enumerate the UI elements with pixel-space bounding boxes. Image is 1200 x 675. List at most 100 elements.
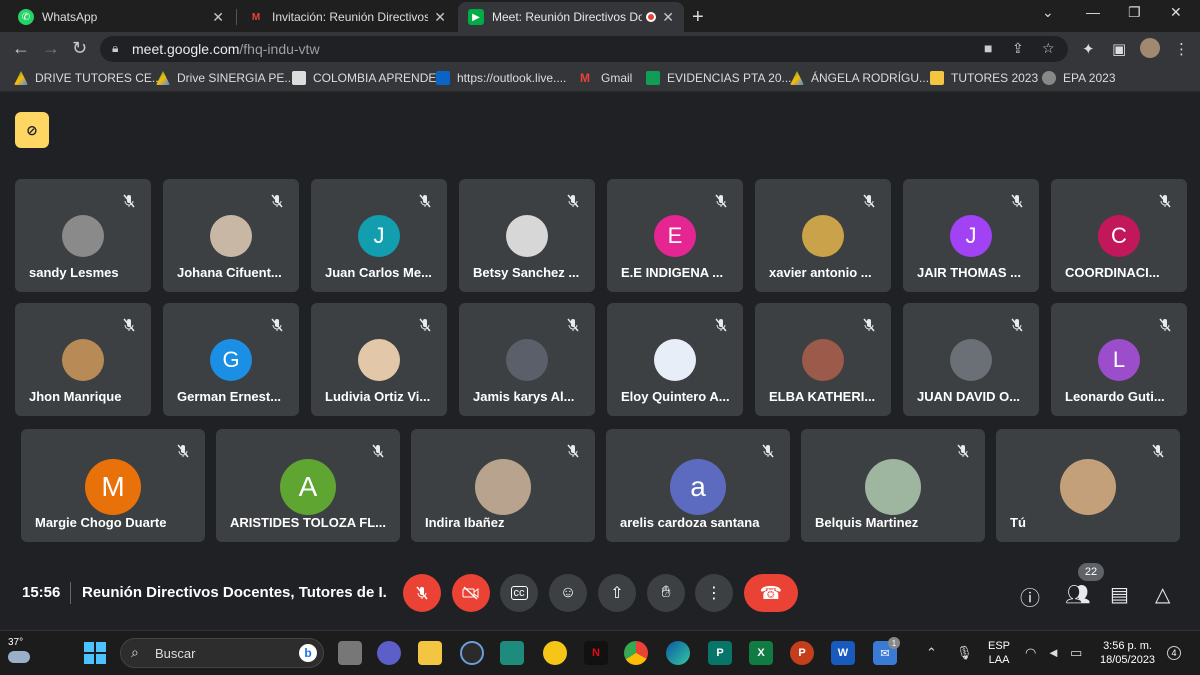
excel-icon[interactable]: X	[749, 641, 773, 665]
bookmark-colombia-aprende[interactable]: COLOMBIA APRENDE	[292, 71, 436, 85]
task-view-icon[interactable]	[338, 641, 362, 665]
whatsapp-icon: ✆	[18, 9, 34, 25]
activities-icon[interactable]: △	[1155, 582, 1170, 607]
reactions-button[interactable]: ☺	[549, 574, 587, 612]
meeting-info-icon[interactable]: ⓘ	[1020, 582, 1040, 611]
profile-avatar[interactable]	[1140, 38, 1160, 58]
present-screen-button[interactable]: ⇧	[598, 574, 636, 612]
participant-tile[interactable]: G German Ernest...	[163, 303, 299, 416]
gmail-icon: M	[251, 11, 261, 23]
windows-taskbar: 37° ⌕ Buscar b N P X P W ✉ 1 ⌃ 🎙︎ ESP LA…	[0, 630, 1200, 675]
camera-off-button[interactable]	[452, 574, 490, 612]
word-icon[interactable]: W	[831, 641, 855, 665]
close-icon[interactable]: ✕	[434, 9, 446, 26]
restore-icon[interactable]: ❐	[1128, 4, 1141, 21]
participant-tile[interactable]: M Margie Chogo Duarte	[21, 429, 205, 542]
participant-tile[interactable]: xavier antonio ...	[755, 179, 891, 292]
no-camera-icon[interactable]: ⊘	[15, 112, 49, 148]
raise-hand-button[interactable]: ✋︎	[647, 574, 685, 612]
share-icon[interactable]: ⇪	[1012, 40, 1024, 57]
input-language[interactable]: ESP LAA	[988, 639, 1010, 667]
feedback-hub-icon[interactable]	[500, 641, 524, 665]
tab-meet[interactable]: ▶ Meet: Reunión Directivos Do ✕	[458, 2, 684, 32]
battery-icon[interactable]: ▭	[1070, 645, 1082, 661]
close-icon[interactable]: ✕	[662, 9, 674, 26]
notification-badge[interactable]: 4	[1167, 646, 1181, 660]
close-icon[interactable]: ✕	[212, 9, 224, 26]
participant-tile[interactable]: A ARISTIDES TOLOZA FL...	[216, 429, 400, 542]
system-clock[interactable]: 3:56 p. m. 18/05/2023	[1100, 639, 1155, 667]
camera-icon[interactable]: ■	[984, 40, 992, 56]
forward-icon[interactable]: →	[42, 38, 60, 59]
minimize-icon[interactable]: —	[1086, 4, 1100, 20]
bookmark-drive-sinergia[interactable]: Drive SINERGIA PE...	[156, 71, 294, 85]
muted-mic-icon	[1157, 193, 1173, 209]
side-panel-icon[interactable]: ▣	[1112, 40, 1126, 58]
address-bar[interactable]: 🔒︎ meet.google.com/fhq-indu-vtw ■ ⇪ ☆	[100, 36, 1068, 62]
microphone-off-button[interactable]	[403, 574, 441, 612]
participant-tile[interactable]: a arelis cardoza santana	[606, 429, 790, 542]
file-explorer-icon[interactable]	[418, 641, 442, 665]
participant-tile[interactable]: Jhon Manrique	[15, 303, 151, 416]
more-options-button[interactable]: ⋮	[695, 574, 733, 612]
reload-icon[interactable]: ↻	[72, 38, 87, 59]
tab-gmail-invitation[interactable]: M Invitación: Reunión Directivos Do ✕	[238, 2, 456, 32]
participant-tile[interactable]: ELBA KATHERI...	[755, 303, 891, 416]
leave-call-button[interactable]: ☎︎	[744, 574, 798, 612]
wifi-icon[interactable]: ◠	[1025, 645, 1036, 661]
participant-tile[interactable]: Belquis Martinez	[801, 429, 985, 542]
bookmark-evidencias[interactable]: EVIDENCIAS PTA 20...	[646, 71, 792, 85]
captions-button[interactable]: cc	[500, 574, 538, 612]
hang-up-icon: ☎︎	[759, 582, 783, 603]
close-window-icon[interactable]: ✕	[1170, 4, 1182, 21]
weather-widget[interactable]: 37°	[8, 637, 30, 663]
extensions-icon[interactable]: ✦	[1082, 40, 1095, 58]
edge-icon[interactable]	[666, 641, 690, 665]
tab-whatsapp[interactable]: ✆ WhatsApp ✕	[8, 2, 234, 32]
participant-tile[interactable]: Eloy Quintero A...	[607, 303, 743, 416]
bookmark-outlook[interactable]: https://outlook.live....	[436, 71, 566, 85]
participant-tile[interactable]: Ludivia Ortiz Vi...	[311, 303, 447, 416]
powerpoint-icon[interactable]: P	[790, 641, 814, 665]
bookmark-angela[interactable]: ÁNGELA RODRÍGU...	[790, 71, 929, 85]
participant-tile[interactable]: E E.E INDIGENA ...	[607, 179, 743, 292]
volume-icon[interactable]: ◄	[1047, 645, 1060, 660]
weather-app-icon[interactable]	[543, 641, 567, 665]
chrome-icon[interactable]	[624, 641, 648, 665]
browser-tab-bar: ✆ WhatsApp ✕ M Invitación: Reunión Direc…	[0, 0, 1200, 32]
participant-tile[interactable]: Johana Cifuent...	[163, 179, 299, 292]
back-icon[interactable]: ←	[12, 38, 30, 59]
bookmark-epa-2023[interactable]: EPA 2023	[1042, 71, 1116, 85]
participant-tile[interactable]: sandy Lesmes	[15, 179, 151, 292]
people-icon[interactable]: 👥︎	[1065, 582, 1090, 607]
participant-tile[interactable]: Jamis karys Al...	[459, 303, 595, 416]
participant-tile[interactable]: L Leonardo Guti...	[1051, 303, 1187, 416]
taskbar-search[interactable]: ⌕ Buscar b	[120, 638, 324, 668]
participant-tile[interactable]: C COORDINACI...	[1051, 179, 1187, 292]
bookmark-drive-tutores[interactable]: DRIVE TUTORES CE...	[14, 71, 162, 85]
show-hidden-icons-icon[interactable]: ⌃	[926, 645, 937, 661]
search-label: Buscar	[155, 646, 196, 661]
menu-icon[interactable]: ⋮	[1174, 40, 1189, 58]
participant-tile[interactable]: J Juan Carlos Me...	[311, 179, 447, 292]
participant-tile[interactable]: JUAN DAVID O...	[903, 303, 1039, 416]
bookmark-star-icon[interactable]: ☆	[1042, 40, 1055, 57]
teams-chat-icon[interactable]	[377, 641, 401, 665]
netflix-icon[interactable]: N	[584, 641, 608, 665]
participant-tile[interactable]: J JAIR THOMAS ...	[903, 179, 1039, 292]
bookmark-tutores-2023[interactable]: TUTORES 2023	[930, 71, 1038, 85]
muted-mic-icon	[565, 443, 581, 459]
tab-search-icon[interactable]: ⌄	[1042, 4, 1054, 21]
participant-tile[interactable]: Tú	[996, 429, 1180, 542]
chat-icon[interactable]: ▤	[1110, 582, 1129, 607]
participant-tile[interactable]: Indira Ibañez	[411, 429, 595, 542]
page-icon	[292, 71, 306, 85]
bing-icon[interactable]: b	[299, 644, 317, 662]
participant-tile[interactable]: Betsy Sanchez ...	[459, 179, 595, 292]
windows-start-icon[interactable]	[84, 642, 106, 664]
microphone-icon[interactable]: 🎙︎	[956, 645, 973, 661]
bookmark-gmail[interactable]: M Gmail	[580, 71, 632, 85]
publisher-icon[interactable]: P	[708, 641, 732, 665]
new-tab-button[interactable]: +	[692, 6, 704, 29]
cortana-icon[interactable]	[460, 641, 484, 665]
